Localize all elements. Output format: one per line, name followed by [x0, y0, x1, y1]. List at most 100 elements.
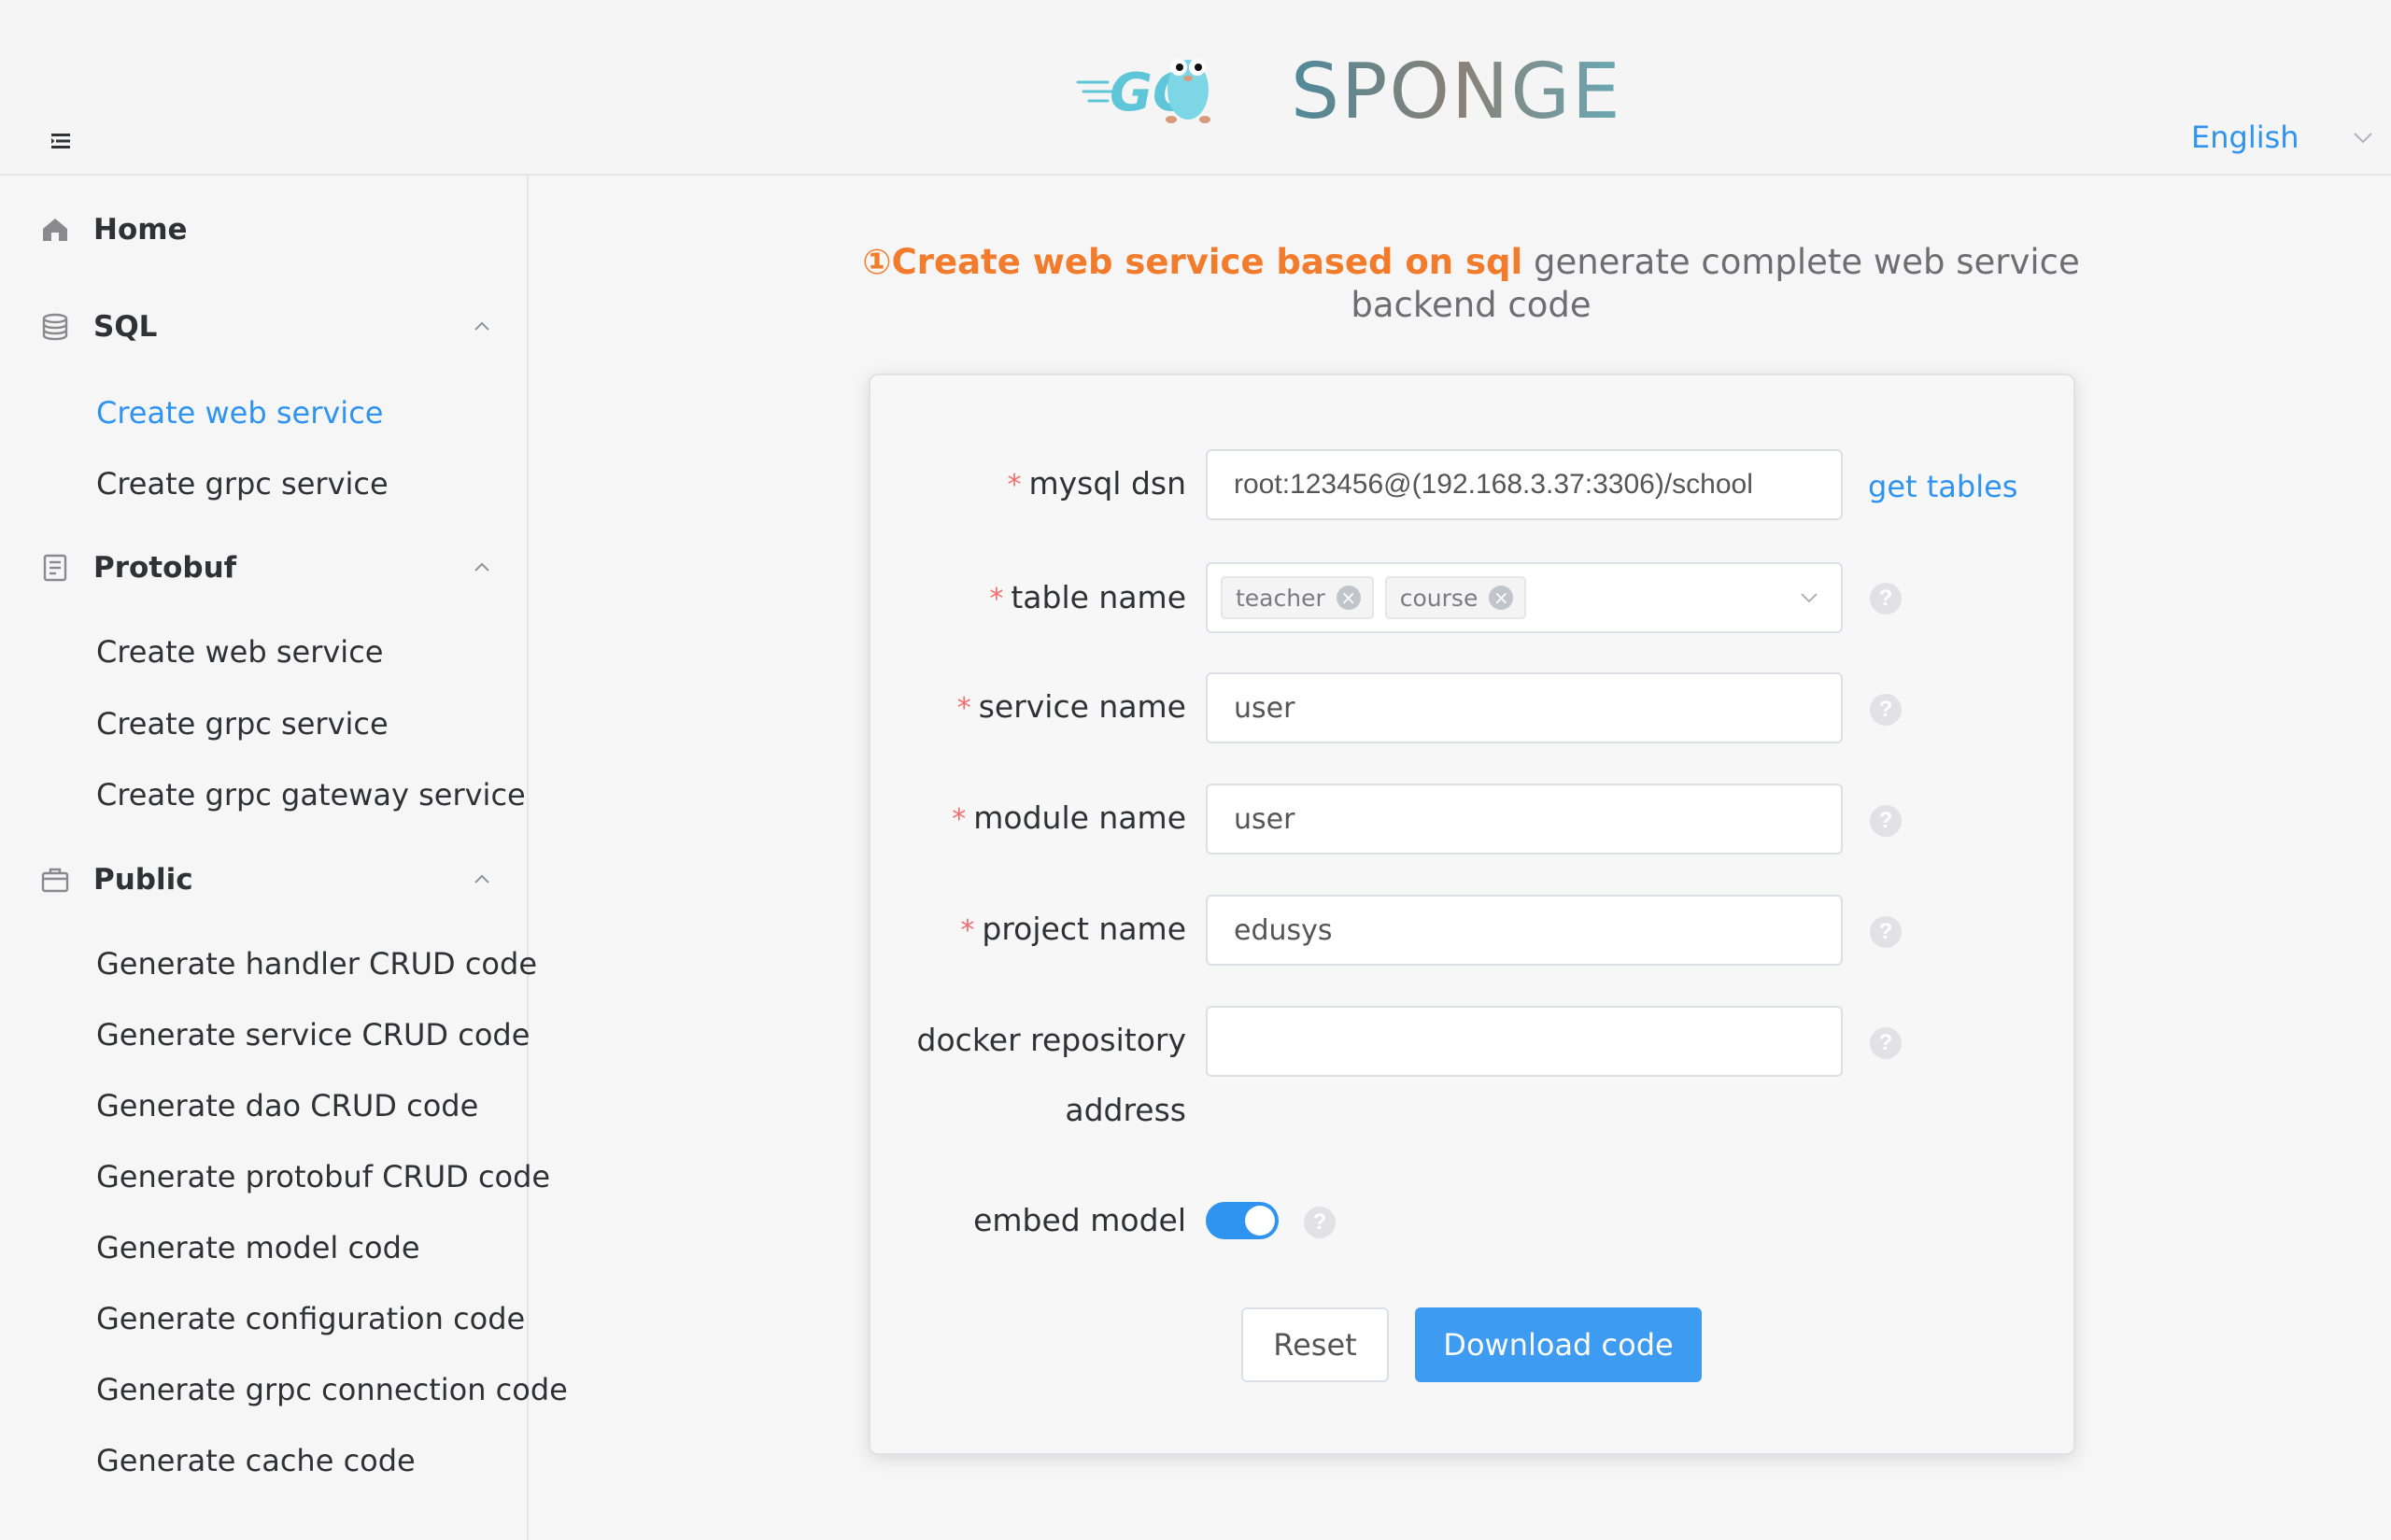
service-name-value: user	[1234, 691, 1295, 725]
sidebar-item-label: Generate cache code	[96, 1443, 416, 1478]
project-name-value: edusys	[1234, 913, 1333, 947]
toggle-knob	[1245, 1206, 1275, 1236]
mysql-dsn-value: root:123456@(192.168.3.37:3306)/school	[1234, 469, 1753, 500]
service-name-label-text: service name	[978, 688, 1186, 725]
sidebar-item-generate-dao-crud[interactable]: Generate dao CRUD code	[0, 1078, 527, 1134]
docker-repository-input[interactable]	[1206, 1006, 1843, 1077]
sidebar-item-label: Create web service	[96, 634, 384, 670]
table-name-label-text: table name	[1011, 579, 1186, 615]
help-icon[interactable]: ?	[1870, 694, 1902, 726]
sidebar-item-label: Generate dao CRUD code	[96, 1088, 479, 1123]
module-name-label-text: module name	[973, 799, 1186, 836]
docker-label-line2: address	[1065, 1092, 1186, 1128]
embed-model-toggle[interactable]	[1206, 1202, 1279, 1239]
sidebar-group-label: Public	[93, 863, 193, 897]
chevron-down-icon	[1801, 593, 1818, 603]
chevron-up-icon	[474, 321, 489, 331]
sidebar-group-sql[interactable]: SQL	[0, 299, 527, 355]
sidebar-item-generate-model[interactable]: Generate model code	[0, 1220, 527, 1276]
sidebar-item-protobuf-create-grpc-gateway-service[interactable]: Create grpc gateway service	[0, 767, 527, 823]
mysql-dsn-label: * mysql dsn	[1007, 465, 1186, 502]
table-name-label: * table name	[989, 579, 1186, 615]
close-icon[interactable]: ×	[1336, 586, 1361, 610]
table-tag-teacher: teacher ×	[1221, 576, 1374, 619]
chevron-up-icon	[474, 562, 489, 572]
tag-label: course	[1399, 584, 1478, 612]
page-title-rest-line2: backend code	[1351, 285, 1592, 325]
sidebar-item-sql-create-grpc-service[interactable]: Create grpc service	[0, 456, 527, 512]
project-name-label-text: project name	[982, 911, 1186, 947]
sidebar-item-protobuf-create-web-service[interactable]: Create web service	[0, 624, 527, 680]
help-icon[interactable]: ?	[1870, 583, 1902, 615]
svg-text:SPONGE: SPONGE	[1291, 48, 1622, 136]
chevron-up-icon	[474, 874, 489, 883]
sidebar-item-label: Generate handler CRUD code	[96, 946, 537, 982]
required-asterisk: *	[1007, 469, 1022, 502]
sidebar-item-generate-cache[interactable]: Generate cache code	[0, 1433, 527, 1489]
sidebar-group-protobuf[interactable]: Protobuf	[0, 540, 527, 596]
sidebar-item-label: Generate protobuf CRUD code	[96, 1159, 551, 1194]
page-title-highlight: ①Create web service based on sql	[862, 242, 1523, 282]
top-header: GO SPONGE English	[0, 0, 2391, 176]
table-name-select[interactable]: teacher × course ×	[1206, 562, 1843, 633]
module-name-label: * module name	[952, 799, 1186, 836]
sidebar-item-label: Home	[93, 213, 188, 247]
service-name-label: * service name	[957, 688, 1186, 725]
chevron-down-icon	[2353, 133, 2372, 144]
database-icon	[42, 313, 68, 341]
sidebar-item-generate-service-crud[interactable]: Generate service CRUD code	[0, 1007, 531, 1063]
page-title-rest: generate complete web service	[1522, 242, 2080, 282]
get-tables-link[interactable]: get tables	[1868, 469, 2017, 504]
document-icon	[43, 554, 67, 582]
mysql-dsn-label-text: mysql dsn	[1028, 465, 1186, 502]
sidebar-item-protobuf-create-grpc-service[interactable]: Create grpc service	[0, 696, 527, 752]
sidebar-item-sql-create-web-service[interactable]: Create web service	[0, 385, 527, 441]
sidebar-group-label: Protobuf	[93, 551, 237, 585]
required-asterisk: *	[956, 692, 971, 725]
help-icon[interactable]: ?	[1870, 1027, 1902, 1059]
menu-fold-icon[interactable]	[47, 127, 75, 155]
sidebar-item-label: Generate model code	[96, 1230, 420, 1265]
mysql-dsn-input[interactable]: root:123456@(192.168.3.37:3306)/school	[1206, 449, 1843, 520]
module-name-value: user	[1234, 802, 1295, 836]
close-icon[interactable]: ×	[1489, 586, 1514, 610]
help-icon[interactable]: ?	[1870, 916, 1902, 948]
project-name-label: * project name	[960, 911, 1186, 947]
sidebar-item-label: Create grpc gateway service	[96, 777, 526, 812]
sidebar-item-label: Create web service	[96, 395, 384, 431]
docker-repository-label: docker repository address	[917, 1022, 1186, 1129]
tag-label: teacher	[1236, 584, 1325, 612]
required-asterisk: *	[989, 583, 1004, 615]
sidebar-item-label: Generate grpc connection code	[96, 1372, 568, 1407]
language-label: English	[2191, 120, 2299, 155]
docker-label-line1: docker repository	[916, 1022, 1186, 1058]
help-icon[interactable]: ?	[1870, 805, 1902, 837]
sidebar-item-label: Create grpc service	[96, 706, 389, 742]
reset-button[interactable]: Reset	[1241, 1307, 1389, 1382]
sidebar-item-generate-configuration[interactable]: Generate configuration code	[0, 1291, 527, 1347]
sidebar-item-generate-grpc-connection[interactable]: Generate grpc connection code	[0, 1362, 568, 1418]
required-asterisk: *	[960, 914, 975, 947]
project-name-input[interactable]: edusys	[1206, 895, 1843, 966]
help-icon[interactable]: ?	[1304, 1207, 1336, 1238]
home-icon	[43, 219, 67, 241]
sidebar: Home SQL Create web service Create grpc …	[0, 176, 568, 1540]
download-code-button[interactable]: Download code	[1415, 1307, 1702, 1382]
language-select[interactable]: English	[2191, 120, 2375, 155]
sidebar-item-home[interactable]: Home	[0, 202, 527, 258]
embed-model-label: embed model	[973, 1202, 1186, 1238]
table-tag-course: course ×	[1384, 576, 1527, 619]
sidebar-item-generate-handler-crud[interactable]: Generate handler CRUD code	[0, 936, 537, 992]
briefcase-icon	[41, 868, 69, 893]
sponge-logo: GO SPONGE	[1076, 48, 1622, 136]
sidebar-item-generate-protobuf-crud[interactable]: Generate protobuf CRUD code	[0, 1149, 550, 1205]
required-asterisk: *	[952, 803, 967, 836]
sidebar-item-label: Generate service CRUD code	[96, 1017, 531, 1053]
page-title: ①Create web service based on sql generat…	[841, 241, 2101, 327]
sidebar-item-label: Create grpc service	[96, 466, 389, 502]
module-name-input[interactable]: user	[1206, 784, 1843, 855]
sidebar-group-label: SQL	[93, 310, 158, 344]
sidebar-item-label: Generate configuration code	[96, 1301, 526, 1336]
service-name-input[interactable]: user	[1206, 672, 1843, 743]
sidebar-group-public[interactable]: Public	[0, 852, 527, 908]
